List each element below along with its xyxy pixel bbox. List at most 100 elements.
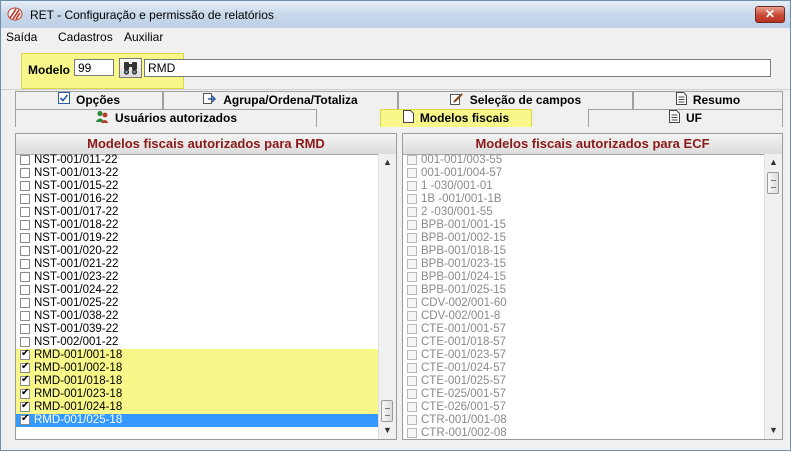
item-checkbox[interactable] (407, 376, 417, 386)
item-checkbox[interactable] (407, 337, 417, 347)
list-item[interactable]: 2 -030/001-55 (403, 206, 765, 219)
item-checkbox[interactable] (20, 272, 30, 282)
scroll-thumb[interactable] (767, 172, 779, 194)
item-checkbox[interactable] (407, 168, 417, 178)
item-checkbox[interactable] (20, 155, 30, 165)
right-scrollbar[interactable]: ▲ ▼ (764, 154, 782, 439)
item-checkbox[interactable] (20, 220, 30, 230)
item-checkbox[interactable] (20, 168, 30, 178)
scroll-thumb[interactable] (381, 400, 393, 422)
list-item[interactable]: RMD-001/025-18 (16, 414, 379, 427)
list-item[interactable]: RMD-001/018-18 (16, 375, 379, 388)
list-item[interactable]: BPB-001/025-15 (403, 284, 765, 297)
list-item[interactable]: RMD-001/023-18 (16, 388, 379, 401)
left-scrollbar[interactable]: ▲ ▼ (378, 154, 396, 439)
item-checkbox[interactable] (20, 298, 30, 308)
list-item[interactable]: CTE-026/001-57 (403, 401, 765, 414)
list-item[interactable]: RMD-001/024-18 (16, 401, 379, 414)
tab-modelos-fiscais[interactable]: Modelos fiscais (380, 109, 532, 127)
item-checkbox[interactable] (407, 272, 417, 282)
item-checkbox[interactable] (407, 324, 417, 334)
tab-resumo[interactable]: Resumo (633, 91, 783, 109)
list-item[interactable]: CTR-001/001-08 (403, 414, 765, 427)
list-item[interactable]: NST-001/015-22 (16, 180, 379, 193)
item-checkbox[interactable] (20, 402, 30, 412)
menu-cadastros[interactable]: Cadastros (58, 30, 113, 44)
list-item[interactable]: 001-001/003-55 (403, 154, 765, 167)
item-checkbox[interactable] (20, 207, 30, 217)
list-item[interactable]: NST-001/013-22 (16, 167, 379, 180)
item-checkbox[interactable] (20, 285, 30, 295)
item-checkbox[interactable] (407, 415, 417, 425)
item-checkbox[interactable] (407, 155, 417, 165)
list-item[interactable]: NST-001/038-22 (16, 310, 379, 323)
item-checkbox[interactable] (20, 363, 30, 373)
list-item[interactable]: NST-001/016-22 (16, 193, 379, 206)
list-item[interactable]: CTE-001/024-57 (403, 362, 765, 375)
close-button[interactable]: ✕ (755, 6, 785, 23)
list-item[interactable]: CTE-025/001-57 (403, 388, 765, 401)
item-checkbox[interactable] (407, 363, 417, 373)
tab-selecao-de-campos[interactable]: Seleção de campos (398, 91, 633, 109)
item-checkbox[interactable] (20, 324, 30, 334)
item-checkbox[interactable] (407, 194, 417, 204)
list-item[interactable]: CTE-001/018-57 (403, 336, 765, 349)
item-checkbox[interactable] (20, 350, 30, 360)
item-checkbox[interactable] (407, 298, 417, 308)
tab-opcoes[interactable]: Opções (15, 91, 163, 109)
item-checkbox[interactable] (20, 389, 30, 399)
list-item[interactable]: NST-001/018-22 (16, 219, 379, 232)
tab-agrupa-ordena-totaliza[interactable]: Agrupa/Ordena/Totaliza (163, 91, 398, 109)
list-item[interactable]: NST-001/011-22 (16, 154, 379, 167)
list-item[interactable]: NST-001/017-22 (16, 206, 379, 219)
model-code-input[interactable]: 99 (74, 59, 114, 76)
list-item[interactable]: BPB-001/002-15 (403, 232, 765, 245)
item-checkbox[interactable] (20, 246, 30, 256)
list-item[interactable]: RMD-001/002-18 (16, 362, 379, 375)
item-checkbox[interactable] (407, 181, 417, 191)
item-checkbox[interactable] (407, 402, 417, 412)
tab-uf[interactable]: UF (588, 109, 783, 127)
search-model-button[interactable] (119, 58, 142, 78)
list-item[interactable]: NST-001/019-22 (16, 232, 379, 245)
list-item[interactable]: RMD-001/001-18 (16, 349, 379, 362)
list-item[interactable]: CTE-001/025-57 (403, 375, 765, 388)
list-item[interactable]: 1B -001/001-1B (403, 193, 765, 206)
list-item[interactable]: NST-001/023-22 (16, 271, 379, 284)
scroll-down-icon[interactable]: ▼ (379, 422, 396, 439)
item-checkbox[interactable] (407, 311, 417, 321)
list-item[interactable]: 1 -030/001-01 (403, 180, 765, 193)
item-checkbox[interactable] (20, 259, 30, 269)
item-checkbox[interactable] (407, 220, 417, 230)
item-checkbox[interactable] (20, 311, 30, 321)
item-checkbox[interactable] (407, 428, 417, 438)
list-item[interactable]: NST-001/024-22 (16, 284, 379, 297)
scroll-up-icon[interactable]: ▲ (379, 154, 396, 171)
item-checkbox[interactable] (407, 259, 417, 269)
item-checkbox[interactable] (20, 337, 30, 347)
item-checkbox[interactable] (407, 285, 417, 295)
list-item[interactable]: NST-002/001-22 (16, 336, 379, 349)
list-item[interactable]: BPB-001/024-15 (403, 271, 765, 284)
list-item[interactable]: 001-001/004-57 (403, 167, 765, 180)
list-item[interactable]: CTE-001/001-57 (403, 323, 765, 336)
item-checkbox[interactable] (20, 181, 30, 191)
list-item[interactable]: BPB-001/018-15 (403, 245, 765, 258)
scroll-down-icon[interactable]: ▼ (765, 422, 782, 439)
item-checkbox[interactable] (20, 415, 30, 425)
model-name-input[interactable]: RMD (144, 59, 771, 77)
list-item[interactable]: BPB-001/001-15 (403, 219, 765, 232)
list-item[interactable]: NST-001/039-22 (16, 323, 379, 336)
item-checkbox[interactable] (407, 233, 417, 243)
menu-saida[interactable]: Saída (6, 30, 37, 44)
list-item[interactable]: CDV-002/001-8 (403, 310, 765, 323)
list-item[interactable]: BPB-001/023-15 (403, 258, 765, 271)
list-item[interactable]: NST-001/020-22 (16, 245, 379, 258)
list-item[interactable]: CTR-001/002-08 (403, 427, 765, 439)
tab-usuarios-autorizados[interactable]: Usuários autorizados (15, 109, 317, 127)
list-item[interactable]: NST-001/021-22 (16, 258, 379, 271)
scroll-up-icon[interactable]: ▲ (765, 154, 782, 171)
list-item[interactable]: NST-001/025-22 (16, 297, 379, 310)
item-checkbox[interactable] (407, 389, 417, 399)
list-item[interactable]: CDV-002/001-60 (403, 297, 765, 310)
